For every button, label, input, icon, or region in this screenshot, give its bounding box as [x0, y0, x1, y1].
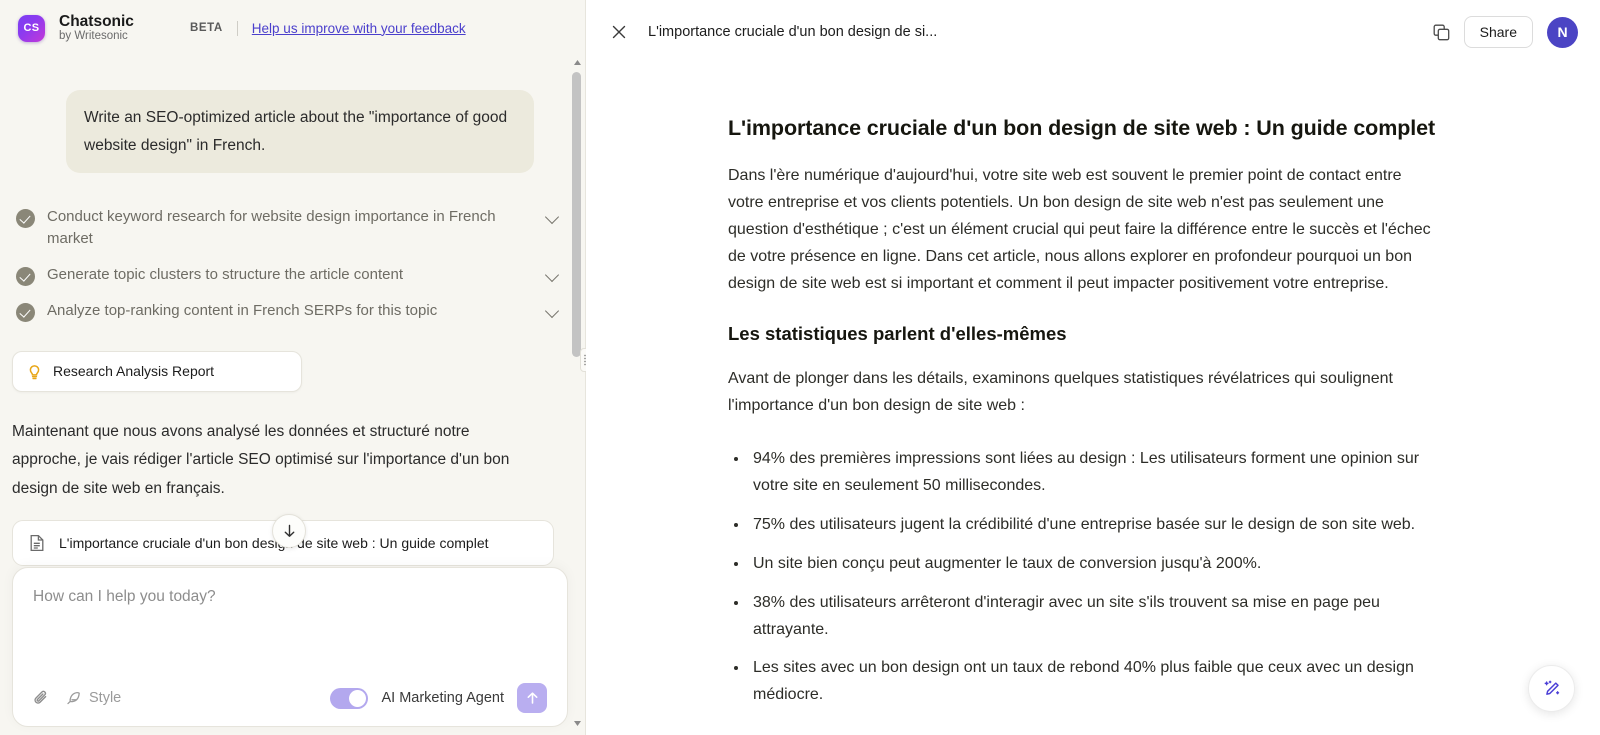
article-bullet-list: 94% des premières impressions sont liées…	[728, 446, 1440, 709]
document-title: L'importance cruciale d'un bon design de…	[648, 24, 938, 40]
send-button[interactable]	[517, 683, 547, 713]
document-body: L'importance cruciale d'un bon design de…	[586, 64, 1600, 735]
task-row[interactable]: Analyze top-ranking content in French SE…	[16, 293, 564, 329]
check-circle-icon	[16, 266, 35, 286]
ai-marketing-agent-label: AI Marketing Agent	[381, 690, 504, 706]
copy-icon[interactable]	[1433, 24, 1450, 41]
article-heading-1: L'importance cruciale d'un bon design de…	[728, 116, 1436, 140]
list-item: Les sites avec un bon design ont un taux…	[749, 655, 1440, 709]
panel-resize-handle[interactable]	[580, 348, 586, 372]
chevron-down-icon[interactable]	[546, 270, 560, 278]
beta-badge: BETA	[189, 22, 223, 34]
document-actions: Share N	[1433, 16, 1578, 48]
brand-block: Chatsonic by Writesonic	[59, 13, 134, 43]
list-item: Un site bien conçu peut augmenter le tau…	[749, 551, 1440, 578]
task-label: Analyze top-ranking content in French SE…	[47, 301, 438, 319]
scrollbar-down-arrow-icon[interactable]	[571, 717, 583, 729]
research-analysis-report-chip[interactable]: Research Analysis Report	[12, 350, 302, 392]
task-row[interactable]: Generate topic clusters to structure the…	[16, 257, 564, 293]
arrow-up-icon	[527, 692, 537, 704]
app-root: CS Chatsonic by Writesonic BETA Help us …	[0, 0, 1600, 735]
ai-marketing-agent-toggle[interactable]	[330, 687, 369, 709]
attach-icon[interactable]	[33, 689, 50, 707]
chatsonic-logo-icon[interactable]: CS	[18, 14, 45, 42]
chevron-down-icon[interactable]	[546, 306, 560, 314]
brand-name: Chatsonic	[59, 12, 134, 30]
report-chip-label: Research Analysis Report	[53, 363, 215, 380]
list-item: 75% des utilisateurs jugent la crédibili…	[749, 512, 1440, 539]
list-item: 38% des utilisateurs arrêteront d'intera…	[749, 590, 1440, 644]
avatar[interactable]: N	[1547, 16, 1578, 48]
article-intro-paragraph: Dans l'ère numérique d'aujourd'hui, votr…	[728, 167, 1431, 292]
share-button[interactable]: Share	[1463, 16, 1533, 48]
message-composer[interactable]: How can I help you today? Style AI Marke…	[12, 567, 568, 727]
task-list: Conduct keyword research for website des…	[12, 199, 564, 329]
feedback-link[interactable]: Help us improve with your feedback	[252, 21, 466, 36]
task-label: Generate topic clusters to structure the…	[47, 265, 404, 283]
article-lead-paragraph: Avant de plonger dans les détails, exami…	[728, 370, 1393, 415]
grip-dots-icon	[583, 354, 586, 366]
chat-scrollbar[interactable]	[571, 56, 583, 735]
document-icon	[29, 534, 45, 552]
chevron-down-icon[interactable]	[546, 212, 560, 220]
document-header: L'importance cruciale d'un bon design de…	[586, 0, 1600, 64]
style-button[interactable]: Style	[66, 690, 121, 707]
logo-initials: CS	[23, 22, 40, 34]
chat-panel: CS Chatsonic by Writesonic BETA Help us …	[0, 0, 586, 735]
magic-wand-icon	[1544, 680, 1559, 695]
scrollbar-up-arrow-icon[interactable]	[571, 56, 583, 68]
check-circle-icon	[16, 209, 35, 229]
ai-edit-button[interactable]	[1528, 665, 1575, 712]
composer-toolbar: Style AI Marketing Agent	[33, 670, 547, 726]
task-row[interactable]: Conduct keyword research for website des…	[16, 199, 564, 257]
list-item: 94% des premières impressions sont liées…	[749, 446, 1440, 500]
check-circle-icon	[16, 302, 35, 322]
arrow-down-icon	[284, 524, 294, 537]
chat-header: CS Chatsonic by Writesonic BETA Help us …	[0, 0, 586, 56]
lightbulb-icon	[27, 363, 42, 380]
scrollbar-thumb[interactable]	[572, 72, 581, 357]
task-label: Conduct keyword research for website des…	[47, 208, 496, 247]
brand-subtitle: by Writesonic	[59, 30, 128, 43]
composer-right-controls: AI Marketing Agent	[330, 683, 547, 713]
article-heading-2: Les statistiques parlent d'elles-mêmes	[728, 323, 1067, 345]
feather-icon	[67, 691, 80, 704]
document-panel: L'importance cruciale d'un bon design de…	[586, 0, 1600, 735]
close-icon[interactable]	[606, 19, 632, 45]
scroll-to-bottom-button[interactable]	[272, 514, 306, 548]
assistant-message: Maintenant que nous avons analysé les do…	[12, 422, 510, 497]
header-divider	[236, 20, 238, 36]
user-message-bubble: Write an SEO-optimized article about the…	[66, 90, 534, 174]
style-label: Style	[89, 690, 122, 706]
chat-input[interactable]: How can I help you today?	[33, 588, 547, 670]
